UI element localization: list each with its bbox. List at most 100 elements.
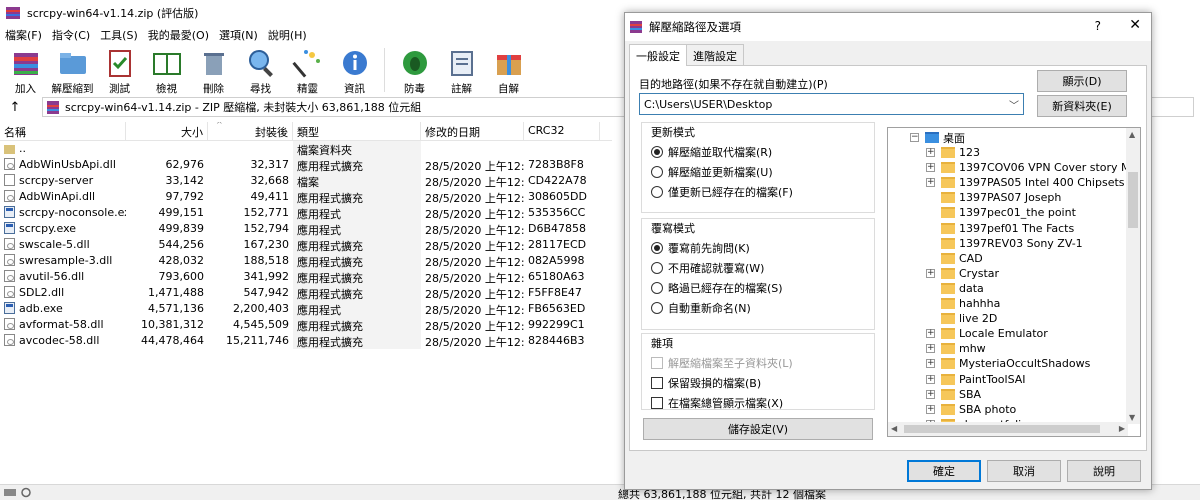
radio-ask-before-overwrite[interactable]: 覆寫前先詢問(K) — [651, 240, 750, 256]
expand-icon[interactable]: + — [926, 329, 935, 339]
menu-help[interactable]: 說明(H) — [263, 27, 312, 43]
expand-icon[interactable]: + — [926, 148, 935, 157]
tree-item[interactable]: + SBA photo — [926, 402, 1016, 417]
tab-general[interactable]: 一般設定 — [629, 44, 687, 66]
tab-advanced[interactable]: 進階設定 — [686, 44, 744, 65]
file-row[interactable]: swresample-3.dll 428,032 188,518 應用程式擴充 28/5… — [0, 253, 612, 269]
file-row[interactable]: SDL2.dll 1,471,488 547,942 應用程式擴充 28/5/2020 … — [0, 285, 612, 301]
file-row[interactable]: swscale-5.dll 544,256 167,230 應用程式擴充 28/5/20… — [0, 237, 612, 253]
comment-button[interactable]: 註解 — [438, 44, 485, 96]
help-question-icon[interactable]: ? — [1095, 19, 1101, 33]
wizard-button[interactable]: 精靈 — [284, 44, 331, 96]
scroll-up-icon[interactable]: ▲ — [1129, 130, 1135, 139]
folder-tree[interactable]: − 桌面 +123 +1397COV06 VPN Cover story Ma +1… — [887, 127, 1141, 437]
menu-favorites[interactable]: 我的最愛(O) — [143, 27, 214, 43]
extract-to-button[interactable]: 解壓縮到 — [49, 44, 96, 96]
view-button[interactable]: 檢視 — [143, 44, 190, 96]
file-row[interactable]: AdbWinApi.dll 97,792 49,411 應用程式擴充 28/5/2020… — [0, 189, 612, 205]
radio-extract-replace[interactable]: 解壓縮並取代檔案(R) — [651, 144, 772, 160]
file-row[interactable]: avformat-58.dll 10,381,312 4,545,509 應用程式擴充… — [0, 317, 612, 333]
info-button[interactable]: 資訊 — [331, 44, 378, 96]
scroll-down-icon[interactable]: ▼ — [1129, 413, 1135, 422]
expand-icon[interactable]: + — [926, 389, 935, 399]
parent-folder-row[interactable]: .. 檔案資料夾 — [0, 141, 612, 157]
close-icon[interactable]: ✕ — [1129, 17, 1141, 33]
scroll-right-icon[interactable]: ▶ — [1119, 424, 1125, 433]
checkbox-keep-broken-files[interactable]: 保留毀損的檔案(B) — [651, 375, 761, 391]
find-button[interactable]: 尋找 — [237, 44, 284, 96]
sfx-button[interactable]: 自解 — [485, 44, 532, 96]
cancel-button[interactable]: 取消 — [987, 460, 1061, 482]
menu-tools[interactable]: 工具(S) — [95, 27, 143, 43]
collapse-icon[interactable]: − — [910, 133, 919, 142]
add-button[interactable]: 加入 — [2, 44, 49, 96]
save-settings-button[interactable]: 儲存設定(V) — [643, 418, 873, 440]
file-size-cell: 793,600 — [158, 270, 205, 283]
tree-item[interactable]: + SBA — [926, 387, 981, 402]
new-folder-button[interactable]: 新資料夾(E) — [1037, 95, 1127, 117]
tree-item[interactable]: hahhha — [926, 296, 1000, 311]
antivirus-button[interactable]: 防毒 — [391, 44, 438, 96]
column-size[interactable]: 大小 — [126, 122, 208, 140]
up-arrow-icon[interactable]: ↑ — [0, 96, 30, 118]
tree-item[interactable]: + Locale Emulator — [926, 326, 1048, 341]
help-button[interactable]: 說明 — [1067, 460, 1141, 482]
show-button[interactable]: 顯示(D) — [1037, 70, 1127, 92]
expand-icon[interactable]: + — [926, 359, 935, 369]
menu-options[interactable]: 選項(N) — [214, 27, 263, 43]
menu-commands[interactable]: 指令(C) — [47, 27, 95, 43]
chevron-down-icon[interactable]: ﹀ — [1009, 97, 1019, 112]
tree-item[interactable]: data — [926, 281, 984, 296]
tree-item[interactable]: live 2D — [926, 311, 997, 326]
expand-icon[interactable]: + — [926, 268, 935, 278]
file-row[interactable]: avutil-56.dll 793,600 341,992 應用程式擴充 28/5/20… — [0, 269, 612, 285]
column-name[interactable]: 名稱 — [0, 122, 126, 140]
tree-item[interactable]: + PaintToolSAI — [926, 372, 1026, 387]
tree-item[interactable]: +123 — [926, 145, 980, 160]
file-row[interactable]: adb.exe 4,571,136 2,200,403 應用程式 28/5/2020 上… — [0, 301, 612, 317]
tree-horizontal-scrollbar[interactable]: ◀ ▶ — [888, 422, 1128, 436]
column-type[interactable]: 類型 — [293, 122, 421, 140]
tree-item[interactable]: +1397COV06 VPN Cover story Ma — [926, 160, 1137, 175]
tree-item[interactable]: 1397REV03 Sony ZV-1 — [926, 236, 1083, 251]
file-row[interactable]: scrcpy-noconsole.exe 499,151 152,771 應用程式 28… — [0, 205, 612, 221]
tree-item[interactable]: + mhw — [926, 341, 986, 356]
test-button[interactable]: 測試 — [96, 44, 143, 96]
scroll-thumb[interactable] — [904, 425, 1100, 433]
column-packed[interactable]: ^ 封裝後 — [208, 122, 293, 140]
tree-item[interactable]: 1397PAS07 Joseph — [926, 190, 1061, 205]
file-row[interactable]: avcodec-58.dll 44,478,464 15,211,746 應用程式擴充… — [0, 333, 612, 349]
menu-file[interactable]: 檔案(F) — [0, 27, 47, 43]
tree-item[interactable]: + Crystar — [926, 266, 999, 281]
tree-item[interactable]: 1397pec01_the point — [926, 205, 1076, 220]
tree-item[interactable]: + MysteriaOccultShadows — [926, 356, 1090, 371]
radio-auto-rename[interactable]: 自動重新命名(N) — [651, 300, 751, 316]
column-crc32[interactable]: CRC32 — [524, 122, 600, 140]
drive-key-icon[interactable] — [4, 487, 34, 498]
expand-icon[interactable]: + — [926, 163, 935, 173]
expand-icon[interactable]: + — [926, 374, 935, 384]
ok-button[interactable]: 確定 — [907, 460, 981, 482]
radio-fresh-existing[interactable]: 僅更新已經存在的檔案(F) — [651, 184, 793, 200]
tree-item-desktop[interactable]: − 桌面 — [910, 130, 965, 145]
radio-extract-update[interactable]: 解壓縮並更新檔案(U) — [651, 164, 773, 180]
column-date[interactable]: 修改的日期 — [421, 122, 524, 140]
tree-item[interactable]: CAD — [926, 251, 983, 266]
expand-icon[interactable]: + — [926, 404, 935, 414]
expand-icon[interactable]: + — [926, 178, 935, 188]
scroll-thumb[interactable] — [1128, 172, 1138, 228]
delete-button[interactable]: 刪除 — [190, 44, 237, 96]
file-row[interactable]: AdbWinUsbApi.dll 62,976 32,317 應用程式擴充 28/5/2… — [0, 157, 612, 173]
expand-icon[interactable]: + — [926, 344, 935, 354]
radio-skip-existing[interactable]: 略過已經存在的檔案(S) — [651, 280, 783, 296]
tree-item[interactable]: 1397pef01 The Facts — [926, 221, 1074, 236]
tree-vertical-scrollbar[interactable]: ▲ ▼ — [1126, 128, 1140, 424]
destination-path-input[interactable]: C:\Users\USER\Desktop ﹀ — [639, 93, 1024, 115]
file-row[interactable]: scrcpy-server 33,142 32,668 檔案 28/5/2020 上午1… — [0, 173, 612, 189]
checkbox-show-in-explorer[interactable]: 在檔案總管顯示檔案(X) — [651, 395, 783, 411]
scroll-left-icon[interactable]: ◀ — [891, 424, 897, 433]
radio-overwrite-without-prompt[interactable]: 不用確認就覆寫(W) — [651, 260, 764, 276]
file-row[interactable]: scrcpy.exe 499,839 152,794 應用程式 28/5/2020 上午… — [0, 221, 612, 237]
tree-item[interactable]: +1397PAS05 Intel 400 Chipsets — [926, 175, 1125, 190]
file-name-cell: avutil-56.dll — [0, 269, 126, 285]
